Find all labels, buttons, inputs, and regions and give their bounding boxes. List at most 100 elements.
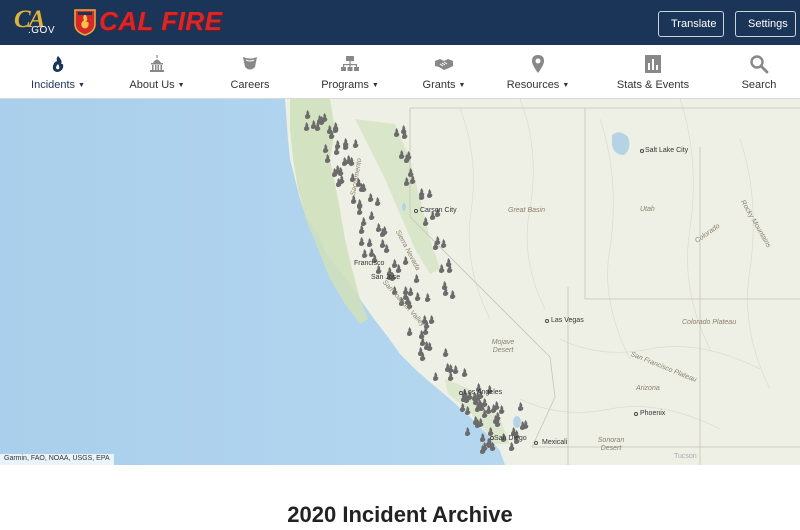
fire-incident-marker[interactable] bbox=[314, 121, 321, 131]
calfire-seal-icon[interactable] bbox=[73, 8, 97, 36]
incident-map[interactable]: Salt Lake City Carson City Great Basin U… bbox=[0, 99, 800, 465]
fire-incident-marker[interactable] bbox=[417, 346, 424, 356]
city-dot bbox=[640, 149, 644, 153]
nav-item-resources[interactable]: Resources ▼ bbox=[488, 45, 588, 99]
fire-incident-marker[interactable] bbox=[356, 198, 363, 208]
map-label-mojave-desert: Mojave Desert bbox=[491, 339, 515, 354]
fire-incident-marker[interactable] bbox=[366, 238, 373, 248]
nav-item-about-us[interactable]: About Us ▼ bbox=[107, 45, 207, 99]
chevron-down-icon: ▼ bbox=[562, 82, 570, 89]
fire-incident-marker[interactable] bbox=[393, 128, 400, 137]
fire-incident-marker[interactable] bbox=[474, 418, 481, 428]
fire-incident-marker[interactable] bbox=[442, 347, 449, 357]
fire-incident-marker[interactable] bbox=[360, 217, 367, 227]
fire-incident-marker[interactable] bbox=[424, 293, 431, 303]
fire-incident-marker[interactable] bbox=[350, 195, 357, 205]
fire-incident-marker[interactable] bbox=[426, 189, 433, 199]
city-dot bbox=[634, 412, 638, 416]
city-dot bbox=[459, 391, 463, 395]
page-title: 2020 Incident Archive bbox=[287, 502, 513, 527]
nav-item-search[interactable]: Search bbox=[709, 45, 800, 99]
fire-incident-marker[interactable] bbox=[464, 427, 471, 437]
nav-label-resources: Resources bbox=[506, 79, 560, 91]
map-label-phoenix: Phoenix bbox=[640, 410, 666, 417]
fire-incident-marker[interactable] bbox=[492, 414, 499, 424]
fire-incident-marker[interactable] bbox=[304, 110, 311, 120]
fire-incident-marker[interactable] bbox=[432, 372, 439, 382]
fire-incident-marker[interactable] bbox=[517, 402, 524, 412]
brand-wordmark[interactable]: CAL FIRE bbox=[99, 6, 222, 37]
nav-item-grants[interactable]: Grants ▼ bbox=[394, 45, 494, 99]
fire-incident-marker[interactable] bbox=[352, 139, 359, 149]
fire-incident-marker[interactable] bbox=[418, 188, 425, 198]
fire-incident-marker[interactable] bbox=[413, 273, 420, 283]
fire-incident-marker[interactable] bbox=[361, 248, 368, 258]
map-label-sonoran-desert: Sonoran Desert bbox=[597, 437, 625, 452]
fire-incident-marker[interactable] bbox=[335, 178, 342, 188]
city-dot bbox=[414, 209, 418, 213]
fire-incident-marker[interactable] bbox=[409, 174, 416, 184]
fire-incident-marker[interactable] bbox=[479, 445, 486, 455]
fire-incident-marker[interactable] bbox=[461, 368, 468, 378]
badge-icon bbox=[243, 57, 257, 70]
map-label-carson-city: Carson City bbox=[420, 207, 457, 214]
fire-incident-marker[interactable] bbox=[345, 155, 352, 165]
fire-incident-marker[interactable] bbox=[342, 141, 349, 151]
fire-incident-marker[interactable] bbox=[303, 121, 310, 131]
fire-incident-marker[interactable] bbox=[487, 426, 494, 436]
ca-gov-logo[interactable]: CA .GOV bbox=[14, 6, 58, 38]
fire-incident-marker[interactable] bbox=[324, 153, 331, 163]
fire-incident-marker[interactable] bbox=[367, 193, 374, 203]
fire-incident-marker[interactable] bbox=[498, 405, 505, 415]
map-label-tucson: Tucson bbox=[674, 453, 697, 460]
fire-incident-marker[interactable] bbox=[395, 263, 402, 273]
fire-incident-marker[interactable] bbox=[414, 291, 421, 301]
nav-item-careers[interactable]: Careers bbox=[200, 45, 300, 99]
fire-incident-marker[interactable] bbox=[406, 326, 413, 336]
fire-incident-marker[interactable] bbox=[375, 222, 382, 232]
map-label-great-basin: Great Basin bbox=[508, 207, 545, 214]
fire-incident-marker[interactable] bbox=[334, 140, 341, 150]
chevron-down-icon: ▼ bbox=[371, 82, 379, 89]
nav-item-incidents[interactable]: Incidents ▼ bbox=[8, 45, 108, 99]
main-nav: Incidents ▼ About Us ▼ Careers Programs ▼ bbox=[0, 45, 800, 99]
fire-incident-marker[interactable] bbox=[508, 441, 515, 451]
bar-chart-icon bbox=[645, 55, 661, 73]
translate-button[interactable]: Translate bbox=[658, 11, 724, 37]
fire-incident-marker[interactable] bbox=[452, 364, 459, 374]
fire-incident-marker[interactable] bbox=[321, 113, 328, 123]
fire-incident-marker[interactable] bbox=[432, 240, 439, 250]
fire-incident-marker[interactable] bbox=[368, 211, 375, 221]
ca-logo-sub: .GOV bbox=[28, 25, 56, 36]
fire-incident-marker[interactable] bbox=[472, 395, 479, 405]
settings-label: Settings bbox=[748, 18, 788, 30]
nav-label-incidents: Incidents bbox=[31, 79, 76, 91]
fire-incident-marker[interactable] bbox=[478, 401, 485, 411]
fire-incident-marker[interactable] bbox=[449, 289, 456, 299]
fire-incident-marker[interactable] bbox=[374, 196, 381, 206]
city-dot bbox=[534, 441, 538, 445]
settings-button[interactable]: Settings bbox=[735, 11, 796, 37]
fire-incident-marker[interactable] bbox=[403, 154, 410, 164]
nav-item-stats-events[interactable]: Stats & Events bbox=[603, 45, 703, 99]
map-label-san-diego: San Diego bbox=[494, 435, 527, 442]
fire-incident-marker[interactable] bbox=[401, 129, 408, 139]
map-pin-icon bbox=[532, 55, 544, 73]
fire-incident-marker[interactable] bbox=[358, 237, 365, 247]
map-label-mexicali: Mexicali bbox=[542, 439, 568, 446]
fire-incident-marker[interactable] bbox=[442, 286, 449, 296]
fire-incident-marker[interactable] bbox=[459, 402, 466, 412]
fire-incident-marker[interactable] bbox=[440, 238, 447, 248]
fire-incident-marker[interactable] bbox=[328, 129, 335, 139]
nav-label-careers: Careers bbox=[230, 79, 270, 91]
handshake-icon bbox=[435, 59, 453, 70]
nav-item-programs[interactable]: Programs ▼ bbox=[300, 45, 400, 99]
fire-incident-marker[interactable] bbox=[381, 226, 388, 236]
fire-incident-marker[interactable] bbox=[322, 143, 329, 153]
top-header: CA .GOV CAL FIRE Translate Settings bbox=[0, 0, 800, 45]
fire-incident-marker[interactable] bbox=[445, 257, 452, 267]
fire-incident-marker[interactable] bbox=[522, 420, 529, 430]
org-chart-icon bbox=[341, 56, 359, 71]
fire-incident-marker[interactable] bbox=[379, 238, 386, 248]
nav-label-stats-events: Stats & Events bbox=[616, 79, 690, 91]
